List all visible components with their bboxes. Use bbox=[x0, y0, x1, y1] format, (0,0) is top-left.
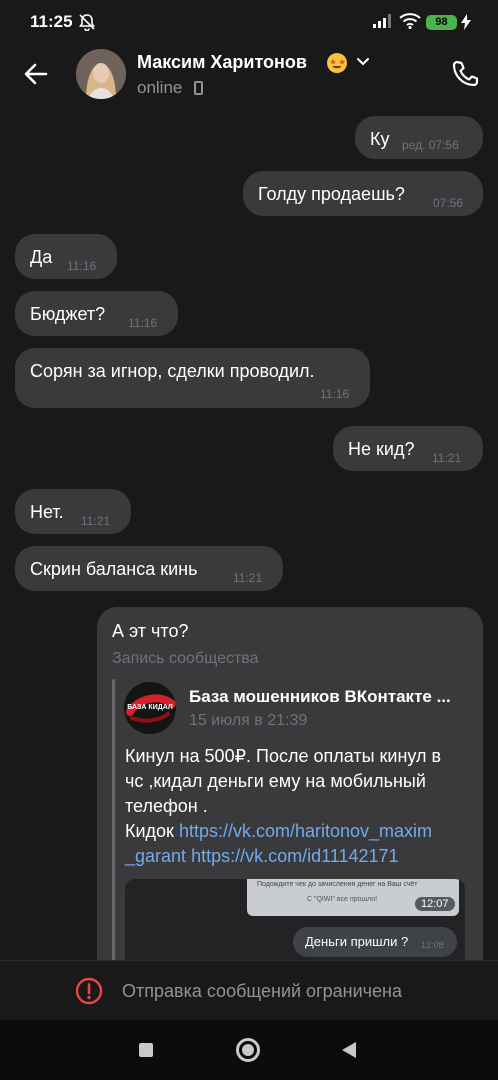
message-outgoing[interactable]: Голду продаешь? 07:56 bbox=[243, 171, 483, 216]
status-bar: 11:25 98 bbox=[0, 0, 498, 44]
message-text: Голду продаешь? bbox=[258, 184, 405, 204]
signal-icon bbox=[373, 14, 391, 28]
online-status: online bbox=[137, 78, 183, 97]
post-text: Кинул на 500₽. После оплаты кинул в чс ,… bbox=[125, 746, 442, 866]
community-name[interactable]: База мошенников ВКонтакте ... bbox=[189, 687, 451, 707]
message-text: А эт что? bbox=[112, 621, 189, 641]
recent-apps-icon[interactable] bbox=[139, 1043, 153, 1057]
message-time: ред. 07:56 bbox=[402, 138, 459, 152]
message-incoming[interactable]: Скрин баланса кинь 11:21 bbox=[15, 546, 283, 591]
message-outgoing[interactable]: Не кид? 11:21 bbox=[333, 426, 483, 471]
message-time: 07:56 bbox=[433, 196, 464, 210]
contact-name[interactable]: Максим Харитонов bbox=[137, 52, 307, 73]
status-time: 11:25 bbox=[30, 12, 73, 31]
star-struck-emoji-icon bbox=[327, 53, 347, 73]
attachment-type-label: Запись сообщества bbox=[112, 650, 259, 667]
message-time: 11:21 bbox=[432, 451, 462, 465]
message-text: Нет. bbox=[30, 502, 64, 522]
message-time: 11:16 bbox=[128, 316, 158, 330]
message-text: Не кид? bbox=[348, 439, 415, 459]
message-incoming[interactable]: Сорян за игнор, сделки проводил. 11:16 bbox=[15, 348, 370, 408]
wifi-icon bbox=[399, 13, 421, 29]
message-incoming[interactable]: Бюджет? 11:16 bbox=[15, 291, 178, 336]
warning-icon bbox=[75, 977, 103, 1005]
avatar[interactable] bbox=[76, 49, 126, 99]
message-text: Скрин баланса кинь bbox=[30, 559, 198, 579]
chevron-down-icon[interactable] bbox=[356, 57, 370, 67]
back-arrow-icon[interactable] bbox=[20, 58, 52, 90]
message-outgoing[interactable]: Ку ред. 07:56 bbox=[355, 116, 483, 159]
community-logo-text: БАЗА КИДАЛ bbox=[127, 704, 173, 711]
message-text: Бюджет? bbox=[30, 304, 106, 324]
message-time: 11:21 bbox=[233, 571, 263, 585]
charging-icon bbox=[461, 14, 471, 30]
bell-off-icon bbox=[78, 14, 96, 31]
system-back-icon[interactable] bbox=[342, 1042, 356, 1058]
message-time: 11:16 bbox=[320, 387, 350, 401]
system-navigation-bar bbox=[0, 1020, 498, 1080]
restricted-text: Отправка сообщений ограничена bbox=[122, 981, 402, 1001]
message-time: 11:21 bbox=[81, 514, 111, 528]
battery-icon: 98 bbox=[426, 15, 457, 30]
profile-link[interactable]: https://vk.com/id11142171 bbox=[191, 846, 398, 866]
message-incoming[interactable]: Да 11:16 bbox=[15, 234, 117, 279]
message-text: Ку bbox=[370, 129, 390, 149]
message-text: Сорян за игнор, сделки проводил. bbox=[30, 361, 315, 381]
community-logo[interactable]: БАЗА КИДАЛ bbox=[124, 682, 176, 734]
post-date: 15 июля в 21:39 bbox=[189, 712, 308, 729]
messaging-restricted-bar: Отправка сообщений ограничена bbox=[0, 960, 498, 1020]
home-icon[interactable] bbox=[236, 1038, 260, 1062]
phone-call-icon[interactable] bbox=[448, 57, 482, 91]
mobile-device-icon bbox=[194, 81, 203, 95]
chat-header: Максим Харитонов online bbox=[0, 44, 498, 106]
message-time: 11:16 bbox=[67, 259, 97, 273]
image-message-bubble: Деньги пришли ? 12:08 bbox=[293, 927, 457, 957]
message-incoming[interactable]: Нет. 11:21 bbox=[15, 489, 131, 534]
message-text: Да bbox=[30, 247, 53, 267]
image-time: 12:07 bbox=[415, 897, 455, 911]
